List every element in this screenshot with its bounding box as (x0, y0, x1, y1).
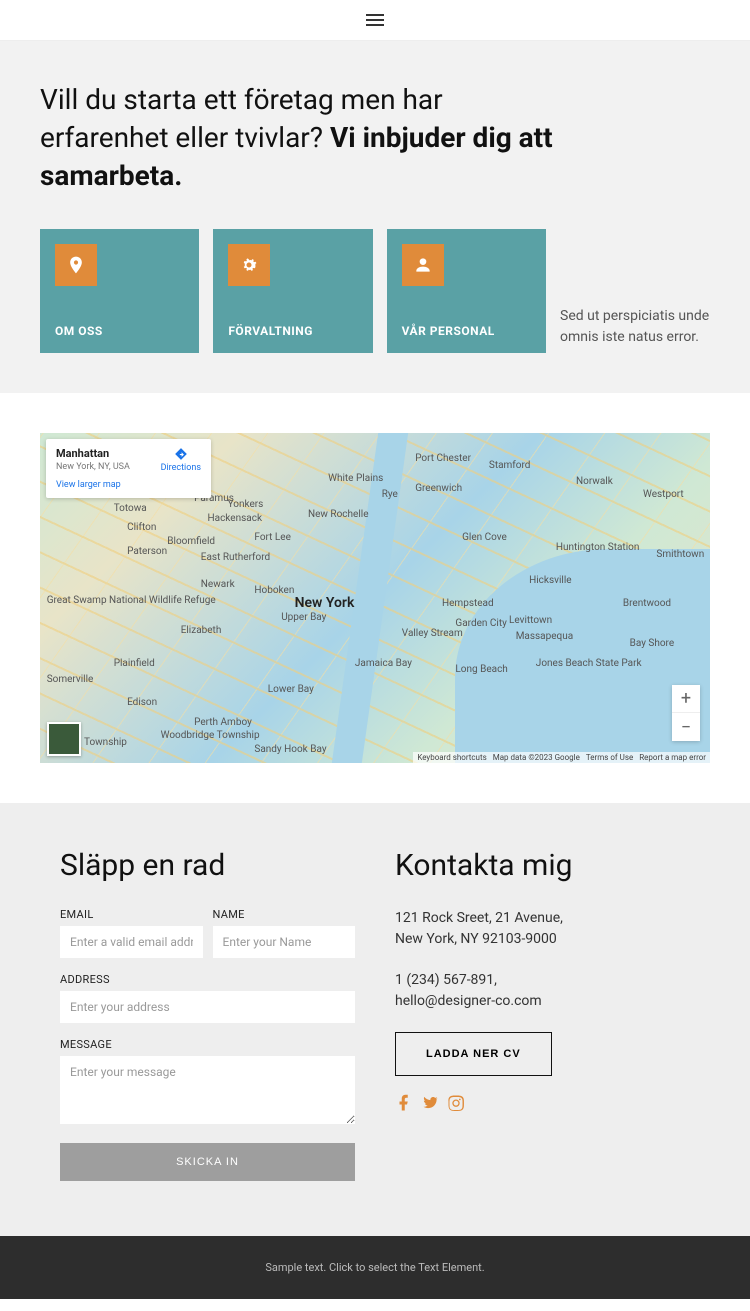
map-city: Rye (382, 489, 398, 500)
map-footer-link[interactable]: Terms of Use (586, 753, 633, 762)
map-city: Stamford (489, 460, 531, 471)
map-directions-link[interactable]: Directions (161, 447, 201, 473)
side-text: Sed ut perspiciatis unde omnis iste natu… (560, 306, 710, 353)
contact-address: 121 Rock Sreet, 21 Avenue, New York, NY … (395, 908, 575, 950)
person-icon (402, 244, 444, 286)
map-city: Plainfield (114, 658, 155, 669)
location-pin-icon (55, 244, 97, 286)
hero-section: Vill du starta ett företag men har erfar… (0, 41, 750, 393)
map-city: East Rutherford (201, 552, 270, 563)
map-city: Jones Beach State Park (536, 658, 642, 669)
submit-button[interactable]: SKICKA IN (60, 1143, 355, 1181)
menu-icon[interactable] (366, 11, 384, 29)
map-satellite-toggle[interactable] (47, 722, 81, 756)
contact-heading: Kontakta mig (395, 848, 690, 883)
map-city: Woodbridge Township (161, 730, 260, 741)
name-field[interactable] (213, 926, 356, 958)
email-field[interactable] (60, 926, 203, 958)
message-field[interactable] (60, 1056, 355, 1124)
contact-section: Släpp en rad EMAIL NAME ADDRESS MESSAGE … (0, 803, 750, 1236)
facebook-icon[interactable] (395, 1094, 413, 1112)
map-city: Elizabeth (181, 625, 222, 636)
map-city: Valley Stream (402, 628, 463, 639)
map-city-main: New York (295, 595, 355, 611)
card-label: OM OSS (55, 324, 184, 338)
map-city: Upper Bay (281, 612, 326, 623)
map-city: Edison (127, 697, 157, 708)
map-city: Bloomfield (167, 536, 215, 547)
message-label: MESSAGE (60, 1038, 355, 1051)
name-label: NAME (213, 908, 356, 921)
map-city: Jamaica Bay (355, 658, 412, 669)
map-city: Westport (643, 489, 684, 500)
map-city: White Plains (328, 473, 383, 484)
map-city: Sandy Hook Bay (254, 744, 326, 755)
map-city: Hicksville (529, 575, 571, 586)
map-city: Huntington Station (556, 542, 639, 553)
contact-phone-email: 1 (234) 567-891, hello@designer-co.com (395, 970, 575, 1012)
card-staff[interactable]: VÅR PERSONAL (387, 229, 546, 353)
map-city: Newark (201, 579, 235, 590)
map-city: Somerville (47, 674, 94, 685)
address-label: ADDRESS (60, 973, 355, 986)
map-city: Port Chester (415, 453, 471, 464)
twitter-icon[interactable] (421, 1094, 439, 1112)
map-city: Hackensack (208, 513, 263, 524)
zoom-out-button[interactable]: − (672, 713, 700, 741)
map-city: Garden City (455, 618, 506, 629)
map-city: Massapequa (516, 631, 574, 642)
form-heading: Släpp en rad (60, 848, 355, 883)
map-footer-link[interactable]: Report a map error (639, 753, 706, 762)
map-city: Perth Amboy (194, 717, 252, 728)
map-city: Hoboken (254, 585, 294, 596)
address-field[interactable] (60, 991, 355, 1023)
instagram-icon[interactable] (447, 1094, 465, 1112)
map-city: Great Swamp National Wildlife Refuge (47, 595, 216, 606)
map-city: Clifton (127, 522, 156, 533)
map-city: Bay Shore (630, 638, 675, 649)
map-city: Totowa (114, 503, 147, 514)
download-cv-button[interactable]: LADDA NER CV (395, 1032, 552, 1076)
map-city: Smithtown (656, 549, 704, 560)
map[interactable]: New York Yonkers New Rochelle Paterson H… (40, 433, 710, 763)
card-label: FÖRVALTNING (228, 324, 357, 338)
footer-text[interactable]: Sample text. Click to select the Text El… (265, 1261, 484, 1274)
card-about[interactable]: OM OSS (40, 229, 199, 353)
map-city: Levittown (509, 615, 552, 626)
map-city: Norwalk (576, 476, 613, 487)
map-city: Greenwich (415, 483, 462, 494)
map-city: Glen Cove (462, 532, 507, 543)
map-zoom-controls: + − (672, 685, 700, 741)
directions-label: Directions (161, 463, 201, 473)
hero-title: Vill du starta ett företag men har erfar… (40, 81, 560, 194)
map-city: New Rochelle (308, 509, 369, 520)
map-attribution: Keyboard shortcuts Map data ©2023 Google… (413, 752, 710, 763)
card-label: VÅR PERSONAL (402, 324, 531, 338)
map-view-larger-link[interactable]: View larger map (56, 480, 201, 490)
map-city: Lower Bay (268, 684, 314, 695)
gear-icon (228, 244, 270, 286)
map-city: Fort Lee (254, 532, 291, 543)
map-city: Long Beach (455, 664, 507, 675)
map-section: New York Yonkers New Rochelle Paterson H… (0, 393, 750, 803)
zoom-in-button[interactable]: + (672, 685, 700, 713)
map-city: Brentwood (623, 598, 671, 609)
map-city: Paterson (127, 546, 167, 557)
card-management[interactable]: FÖRVALTNING (213, 229, 372, 353)
map-info-card: Manhattan New York, NY, USA Directions V… (46, 439, 211, 498)
map-city: Hempstead (442, 598, 494, 609)
footer: Sample text. Click to select the Text El… (0, 1236, 750, 1299)
email-label: EMAIL (60, 908, 203, 921)
map-footer-link[interactable]: Keyboard shortcuts (417, 753, 486, 762)
map-footer-link[interactable]: Map data ©2023 Google (493, 753, 580, 762)
